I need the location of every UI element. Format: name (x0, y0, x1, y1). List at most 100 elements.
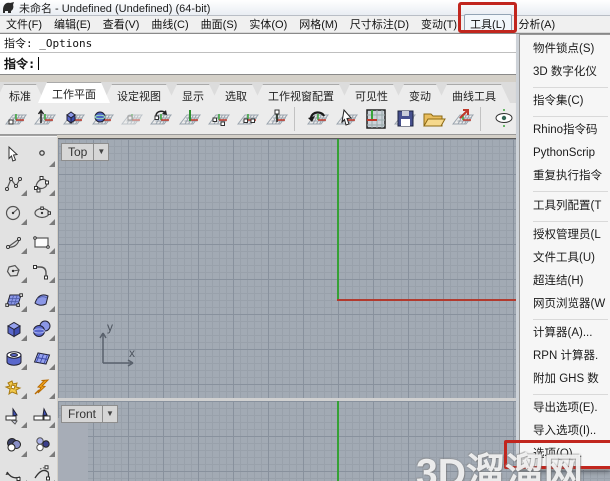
cplane-previous-icon[interactable] (118, 105, 145, 132)
tools-menu-pythonscript[interactable]: PythonScrip (520, 142, 610, 165)
tools-menu-3d-digitizer[interactable]: 3D 数字化仪 (520, 61, 610, 84)
svg-text:x: x (129, 346, 135, 360)
menu-bar: 文件(F) 编辑(E) 查看(V) 曲线(C) 曲面(S) 实体(O) 网格(M… (0, 2, 610, 34)
explode-icon[interactable] (29, 375, 55, 399)
menu-analyze[interactable]: 分析(A) (514, 15, 561, 33)
tools-menu-web-browser[interactable]: 网页浏览器(W (520, 293, 610, 316)
tools-menu-rhinoscript[interactable]: Rhino指令码 (520, 119, 610, 142)
point-icon[interactable] (29, 143, 55, 167)
sphere-icon[interactable] (29, 317, 55, 341)
layer-icon[interactable] (29, 433, 55, 457)
menu-transform[interactable]: 变动(T) (416, 15, 462, 33)
chevron-down-icon[interactable]: ▼ (102, 406, 117, 422)
remote-cplane-icon[interactable] (449, 105, 476, 132)
ellipse-icon[interactable] (29, 201, 55, 225)
viewport-top-label[interactable]: Top ▼ (61, 143, 110, 161)
circle-icon[interactable] (1, 201, 27, 225)
grid-options-icon[interactable] (362, 105, 389, 132)
tools-menu-rpn-calculator[interactable]: RPN 计算器. (520, 345, 610, 368)
cplane-to-object-icon[interactable] (60, 105, 87, 132)
command-prompt-label: 指令: (4, 57, 36, 71)
toolbar-separator (294, 106, 300, 131)
rhino-app-icon (2, 1, 15, 14)
cplane-elevation-icon[interactable] (176, 105, 203, 132)
cplane-origin-icon[interactable] (2, 105, 29, 132)
tools-menu-ghs-data[interactable]: 附加 GHS 数 (520, 368, 610, 391)
tools-menu-options[interactable]: 选项(O)... (504, 440, 610, 470)
surface-patch-icon[interactable] (29, 288, 55, 312)
polyline-icon[interactable] (1, 172, 27, 196)
cplane-rotate-icon[interactable] (147, 105, 174, 132)
tools-menu-export-options[interactable]: 导出选项(E). (520, 397, 610, 420)
menu-edit[interactable]: 编辑(E) (49, 15, 96, 33)
tab-select[interactable]: 选取 (211, 84, 261, 103)
menu-surface[interactable]: 曲面(S) (196, 15, 243, 33)
menu-solid[interactable]: 实体(O) (244, 15, 292, 33)
arc-icon[interactable] (1, 230, 27, 254)
adjust-end-bulge-icon[interactable] (1, 462, 27, 481)
toolbar-separator (480, 106, 486, 131)
tools-menu-import-options[interactable]: 导入选项(I).. (520, 420, 610, 443)
tab-standard[interactable]: 标准 (0, 84, 45, 103)
open-cplane-file-icon[interactable] (420, 105, 447, 132)
tools-menu-license-manager[interactable]: 授权管理员(L (520, 224, 610, 247)
svg-text:y: y (107, 320, 113, 334)
mesh-icon[interactable] (29, 346, 55, 370)
cylinder-icon[interactable] (1, 346, 27, 370)
cplane-3point-icon[interactable] (205, 105, 232, 132)
chevron-down-icon[interactable]: ▼ (93, 144, 108, 160)
viewport-front-label[interactable]: Front ▼ (61, 405, 118, 423)
menu-view[interactable]: 查看(V) (98, 15, 145, 33)
cplane-vertical-icon[interactable] (263, 105, 290, 132)
tools-menu-object-snap[interactable]: 物件锁点(S) (520, 38, 610, 61)
select-cplane-icon[interactable] (333, 105, 360, 132)
tab-cplane[interactable]: 工作平面 (38, 82, 110, 103)
tab-display[interactable]: 显示 (168, 84, 218, 103)
handlebar-curve-icon[interactable] (29, 462, 55, 481)
surface-icon[interactable] (1, 288, 27, 312)
tools-menu-hyperlink[interactable]: 超连结(H) (520, 270, 610, 293)
tab-transform[interactable]: 变动 (395, 84, 445, 103)
tab-visibility[interactable]: 可见性 (341, 84, 402, 103)
menu-curve[interactable]: 曲线(C) (146, 15, 193, 33)
object-properties-icon[interactable] (1, 433, 27, 457)
box-icon[interactable] (1, 317, 27, 341)
cplane-x-axis-icon[interactable] (234, 105, 261, 132)
undo-cplane-change-icon[interactable] (304, 105, 331, 132)
menu-dimension[interactable]: 尺寸标注(D) (345, 15, 414, 33)
tab-set-view[interactable]: 设定视图 (103, 84, 175, 103)
tools-menu-calculator[interactable]: 计算器(A)... (520, 322, 610, 345)
cplane-z-axis-icon[interactable] (31, 105, 58, 132)
tools-menu-repeat-command[interactable]: 重复执行指令 (520, 165, 610, 188)
trim-icon[interactable] (1, 404, 27, 428)
fillet-curve-icon[interactable] (29, 259, 55, 283)
cplane-axis-indicator: y x (99, 320, 135, 367)
tab-viewport-layout[interactable]: 工作视窗配置 (254, 84, 348, 103)
boolean-icon[interactable] (1, 375, 27, 399)
select-pointer-icon[interactable] (1, 143, 27, 167)
save-cplane-icon[interactable] (391, 105, 418, 132)
tools-dropdown-menu: 物件锁点(S) 3D 数字化仪 指令集(C) Rhino指令码 PythonSc… (504, 34, 610, 470)
tab-curve-tools[interactable]: 曲线工具 (438, 84, 510, 103)
rectangle-icon[interactable] (29, 230, 55, 254)
text-cursor (38, 57, 40, 70)
z-axis-line (337, 401, 339, 481)
y-axis-line (337, 139, 339, 300)
polygon-icon[interactable] (1, 259, 27, 283)
menu-file[interactable]: 文件(F) (1, 15, 47, 33)
tools-menu-commands[interactable]: 指令集(C) (520, 90, 610, 113)
show-cplane-icon[interactable] (490, 105, 517, 132)
window-title: 未命名 - Undefined (Undefined) (64-bit) (19, 2, 211, 15)
split-icon[interactable] (29, 404, 55, 428)
red-annotation-options (504, 440, 610, 470)
tools-menu-file-utilities[interactable]: 文件工具(U) (520, 247, 610, 270)
menu-mesh[interactable]: 网格(M) (294, 15, 343, 33)
menu-tools[interactable]: 工具(L) (458, 2, 517, 34)
viewport-top-title: Top (68, 145, 88, 159)
viewport-front-margin (58, 418, 88, 481)
cplane-to-sphere-icon[interactable] (89, 105, 116, 132)
title-bar: 未命名 - Undefined (Undefined) (64-bit) (0, 0, 610, 16)
main-tool-palette (0, 135, 57, 481)
tools-menu-toolbar-layout[interactable]: 工具列配置(T (520, 195, 610, 218)
control-point-curve-icon[interactable] (29, 172, 55, 196)
